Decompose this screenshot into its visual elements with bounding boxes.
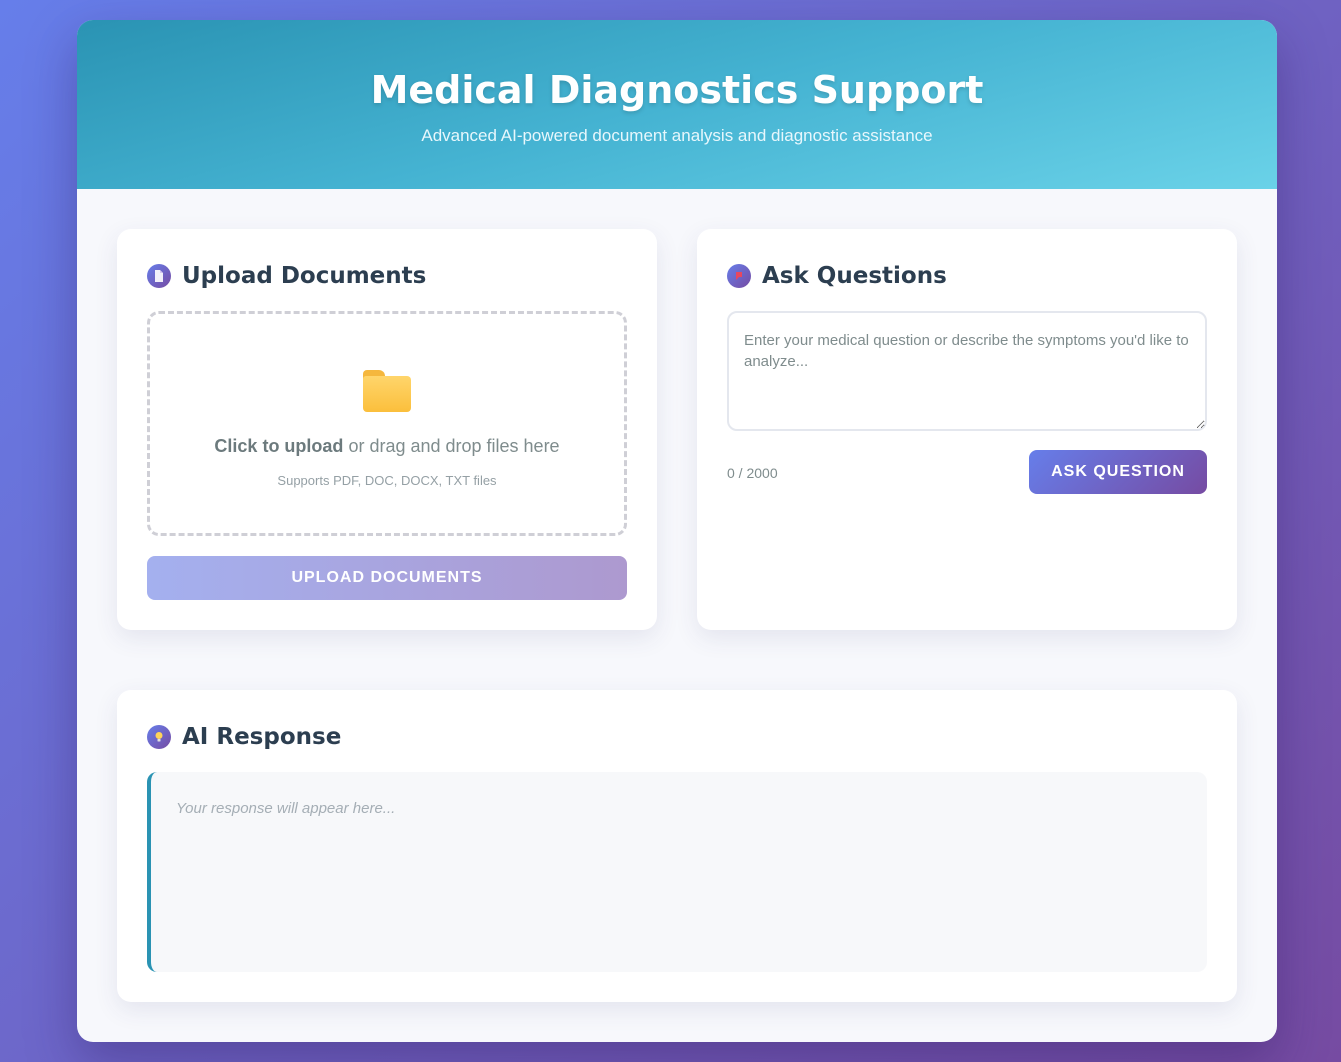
dropzone-text: or drag and drop files here	[343, 436, 560, 456]
page-title: Medical Diagnostics Support	[370, 68, 984, 112]
click-to-upload-link[interactable]: Click to upload	[214, 436, 343, 456]
character-count: 0 / 2000	[727, 465, 778, 481]
upload-card-title: Upload Documents	[182, 263, 427, 289]
chat-icon	[727, 264, 751, 288]
file-dropzone[interactable]: Click to upload or drag and drop files h…	[147, 311, 627, 536]
lightbulb-icon	[147, 725, 171, 749]
supported-formats-text: Supports PDF, DOC, DOCX, TXT files	[277, 473, 497, 488]
page-subtitle: Advanced AI-powered document analysis an…	[421, 126, 933, 145]
ask-card: Ask Questions 0 / 2000 Ask Question	[697, 229, 1237, 630]
response-card-title: AI Response	[182, 724, 342, 750]
question-input[interactable]	[727, 311, 1207, 431]
response-output: Your response will appear here...	[147, 772, 1207, 972]
document-icon	[147, 264, 171, 288]
ask-card-title: Ask Questions	[762, 263, 947, 289]
response-placeholder: Your response will appear here...	[176, 800, 396, 817]
upload-card-header: Upload Documents	[147, 263, 426, 289]
ask-question-button[interactable]: Ask Question	[1029, 450, 1207, 494]
dropzone-instructions: Click to upload or drag and drop files h…	[150, 436, 624, 457]
folder-icon	[363, 370, 411, 412]
response-card: AI Response Your response will appear he…	[117, 690, 1237, 1002]
response-card-header: AI Response	[147, 724, 341, 750]
app-container: Medical Diagnostics Support Advanced AI-…	[77, 20, 1277, 1042]
ask-card-header: Ask Questions	[727, 263, 947, 289]
upload-card: Upload Documents Click to upload or drag…	[117, 229, 657, 630]
page-header: Medical Diagnostics Support Advanced AI-…	[77, 20, 1277, 189]
upload-documents-button[interactable]: Upload Documents	[147, 556, 627, 600]
